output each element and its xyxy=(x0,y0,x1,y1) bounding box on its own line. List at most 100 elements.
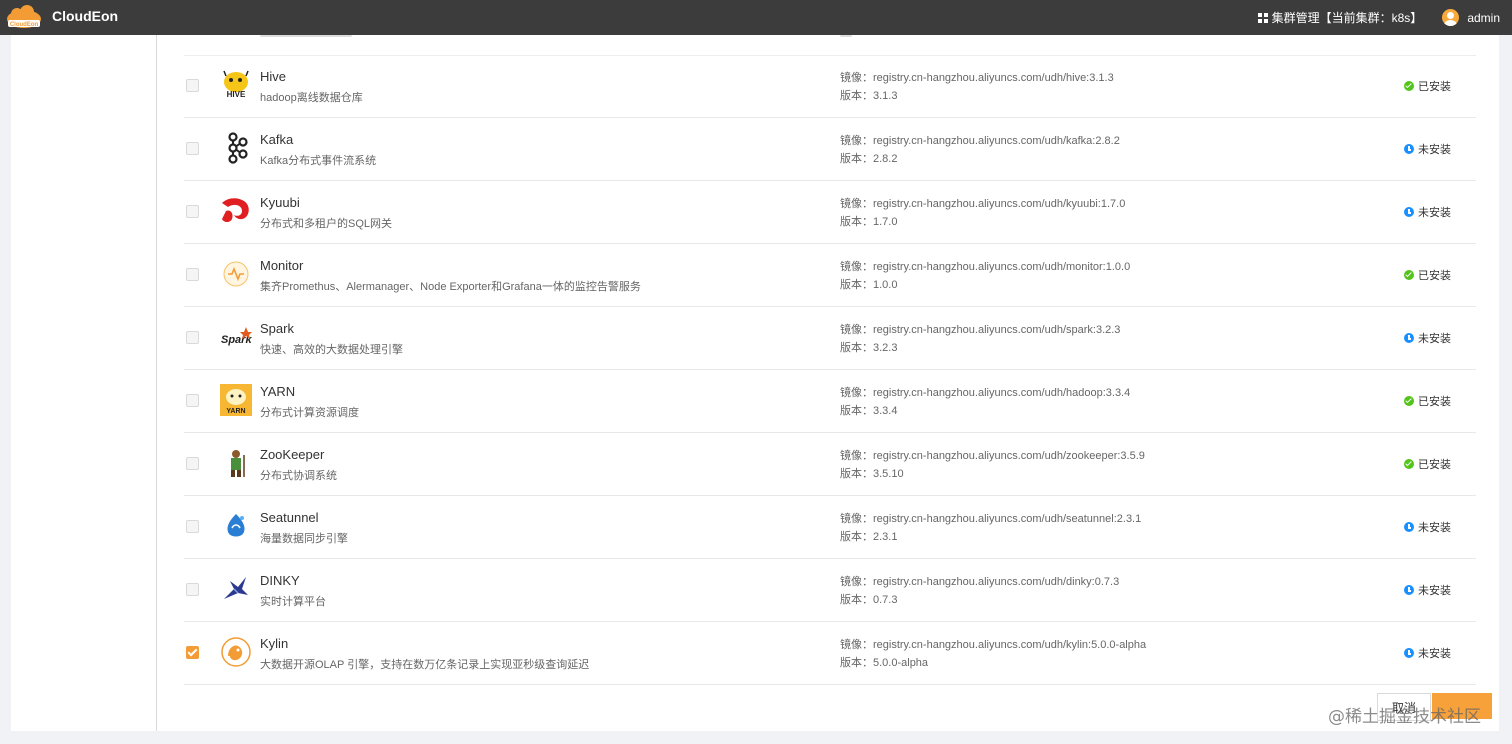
monitor-icon xyxy=(220,258,252,290)
side-panel xyxy=(11,35,157,731)
service-image: 镜像：registry.cn-hangzhou.aliyuncs.com/udh… xyxy=(840,576,1120,588)
status-badge: 已安装 xyxy=(1404,456,1451,472)
service-name: Spark xyxy=(260,321,294,336)
clock-icon xyxy=(1404,144,1414,154)
service-row-monitor[interactable]: Monitor 集齐Promethus、Alermanager、Node Expo… xyxy=(184,244,1476,307)
clock-icon xyxy=(1404,207,1414,217)
service-version: 版本：3.1.3 xyxy=(840,90,898,102)
header-actions: 集群管理【当前集群：k8s】 admin xyxy=(1257,0,1512,35)
service-name: Kyuubi xyxy=(260,195,300,210)
top-header: CloudEon CloudEon 集群管理【当前集群：k8s】 admin xyxy=(0,0,1512,35)
svg-text:HIVE: HIVE xyxy=(227,90,246,99)
service-row-kafka[interactable]: Kafka Kafka分布式事件流系统 镜像：registry.cn-hangzho… xyxy=(184,118,1476,181)
status-label: 已安装 xyxy=(1418,396,1451,408)
check-circle-icon xyxy=(1404,459,1414,469)
service-list: HIVE Hive hadoop离线数据仓库 镜像：registry.cn-hangz… xyxy=(184,55,1476,685)
service-row-seatunnel[interactable]: Seatunnel 海量数据同步引擎 镜像：registry.cn-hangzhou… xyxy=(184,496,1476,559)
seatunnel-icon xyxy=(220,510,252,542)
kafka-icon xyxy=(220,132,252,164)
avatar-icon xyxy=(1442,9,1460,26)
service-description: 分布式和多租户的SQL网关 xyxy=(260,218,393,230)
service-version: 版本：5.0.0-alpha xyxy=(840,657,929,669)
service-image: 镜像：registry.cn-hangzhou.aliyuncs.com/udh… xyxy=(840,387,1131,399)
kylin-icon xyxy=(220,636,252,668)
service-checkbox[interactable] xyxy=(186,268,199,281)
service-row-zookeeper[interactable]: ZooKeeper 分布式协调系统 镜像：registry.cn-hangzhou.… xyxy=(184,433,1476,496)
status-label: 未安装 xyxy=(1418,522,1451,534)
user-menu[interactable]: admin xyxy=(1442,9,1500,26)
service-checkbox[interactable] xyxy=(186,331,199,344)
service-version: 版本：3.2.3 xyxy=(840,342,898,354)
service-image: 镜像：registry.cn-hangzhou.aliyuncs.com/udh… xyxy=(840,135,1120,147)
service-name: Monitor xyxy=(260,258,304,273)
service-image: 镜像：registry.cn-hangzhou.aliyuncs.com/udh… xyxy=(840,261,1131,273)
service-description: Kafka分布式事件流系统 xyxy=(260,155,377,167)
check-circle-icon xyxy=(1404,81,1414,91)
service-name: Kafka xyxy=(260,132,294,147)
service-name: DINKY xyxy=(260,573,300,588)
service-checkbox[interactable] xyxy=(186,79,199,92)
service-checkbox[interactable] xyxy=(186,646,199,659)
svg-text:CloudEon: CloudEon xyxy=(10,22,39,28)
service-image: 镜像：registry.cn-hangzhou.aliyuncs.com/udh… xyxy=(840,324,1121,336)
service-version: 版本：0.7.3 xyxy=(840,594,898,606)
service-description: 分布式计算资源调度 xyxy=(260,407,359,419)
service-image: 镜像：registry.cn-hangzhou.aliyuncs.com/udh… xyxy=(840,513,1142,525)
grid-icon xyxy=(1257,12,1268,23)
service-checkbox[interactable] xyxy=(186,142,199,155)
check-circle-icon xyxy=(1404,270,1414,280)
hive-icon: HIVE xyxy=(220,69,252,101)
status-label: 已安装 xyxy=(1418,270,1451,282)
status-badge: 未安装 xyxy=(1404,204,1451,220)
service-row-dinky[interactable]: DINKY 实时计算平台 镜像：registry.cn-hangzhou.aliyu… xyxy=(184,559,1476,622)
service-version: 版本：2.3.1 xyxy=(840,531,898,543)
username: admin xyxy=(1467,10,1500,25)
service-row-hive[interactable]: HIVE Hive hadoop离线数据仓库 镜像：registry.cn-hangz… xyxy=(184,55,1476,118)
status-badge: 未安装 xyxy=(1404,141,1451,157)
service-name: Hive xyxy=(260,69,287,84)
service-version: 版本：3.3.4 xyxy=(840,405,898,417)
service-description: hadoop离线数据仓库 xyxy=(260,92,363,104)
dinky-icon xyxy=(220,573,252,605)
service-description: 集齐Promethus、Alermanager、Node Exporter和Gr… xyxy=(260,281,641,293)
status-label: 未安装 xyxy=(1418,585,1451,597)
service-checkbox[interactable] xyxy=(186,205,199,218)
service-name: ZooKeeper xyxy=(260,447,325,462)
service-description: 实时计算平台 xyxy=(260,596,326,608)
status-badge: 未安装 xyxy=(1404,330,1451,346)
service-row-spark[interactable]: Spark Spark 快速、高效的大数据处理引擎 镜像：registry.cn-ha… xyxy=(184,307,1476,370)
service-row-yarn[interactable]: YARN YARN 分布式计算资源调度 镜像：registry.cn-hangzhou… xyxy=(184,370,1476,433)
status-label: 已安装 xyxy=(1418,81,1451,93)
check-circle-icon xyxy=(1404,396,1414,406)
service-description: 分布式协调系统 xyxy=(260,470,337,482)
status-badge: 已安装 xyxy=(1404,267,1451,283)
status-badge: 已安装 xyxy=(1404,393,1451,409)
service-row-kylin[interactable]: Kylin 大数据开源OLAP 引擎，支持在数万亿条记录上实现亚秒级查询延迟 镜像：… xyxy=(184,622,1476,685)
zookeeper-icon xyxy=(220,447,252,479)
app-title[interactable]: CloudEon xyxy=(52,8,118,24)
service-checkbox[interactable] xyxy=(186,520,199,533)
service-version: 版本：1.0.0 xyxy=(840,279,898,291)
cluster-link-label: 集群管理【当前集群：k8s】 xyxy=(1271,11,1423,25)
status-badge: 已安装 xyxy=(1404,78,1451,94)
cloudeon-logo-icon[interactable]: CloudEon xyxy=(5,5,43,31)
service-image: 镜像：registry.cn-hangzhou.aliyuncs.com/udh… xyxy=(840,639,1147,651)
service-name: Kylin xyxy=(260,636,289,651)
svg-text:YARN: YARN xyxy=(226,408,245,415)
status-badge: 未安装 xyxy=(1404,645,1451,661)
service-row-kyuubi[interactable]: Kyuubi 分布式和多租户的SQL网关 镜像：registry.cn-hangzh… xyxy=(184,181,1476,244)
clock-icon xyxy=(1404,522,1414,532)
service-checkbox[interactable] xyxy=(186,583,199,596)
status-badge: 未安装 xyxy=(1404,582,1451,598)
status-label: 未安装 xyxy=(1418,333,1451,345)
yarn-icon: YARN xyxy=(220,384,252,416)
clock-icon xyxy=(1404,333,1414,343)
status-badge: 未安装 xyxy=(1404,519,1451,535)
service-checkbox[interactable] xyxy=(186,394,199,407)
clock-icon xyxy=(1404,585,1414,595)
status-label: 已安装 xyxy=(1418,459,1451,471)
watermark: @稀土掘金技术社区 xyxy=(1328,707,1481,727)
cluster-management-link[interactable]: 集群管理【当前集群：k8s】 xyxy=(1257,9,1423,26)
service-checkbox[interactable] xyxy=(186,457,199,470)
service-image: 镜像：registry.cn-hangzhou.aliyuncs.com/udh… xyxy=(840,72,1114,84)
